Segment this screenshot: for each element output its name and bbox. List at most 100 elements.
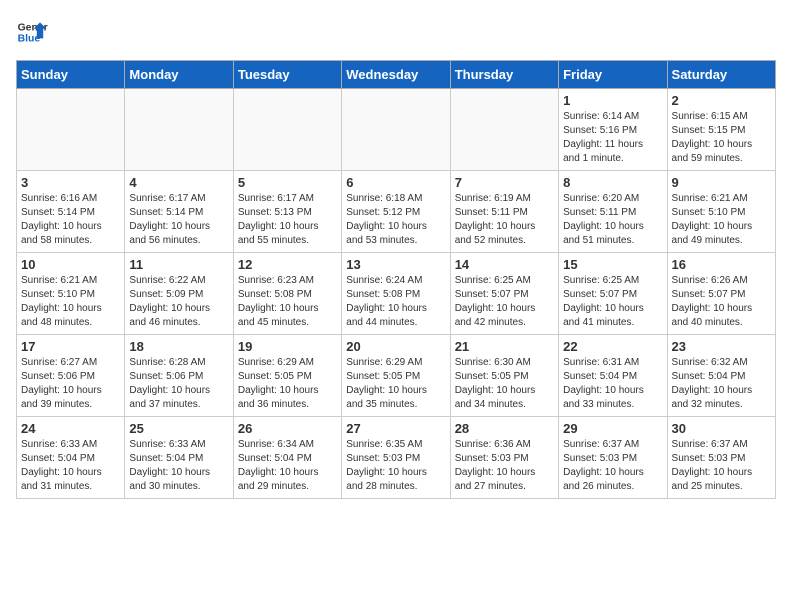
calendar-cell: 25 Sunrise: 6:33 AM Sunset: 5:04 PM Dayli… bbox=[125, 417, 233, 499]
day-number: 27 bbox=[346, 421, 445, 436]
weekday-header: Wednesday bbox=[342, 61, 450, 89]
calendar-cell: 20 Sunrise: 6:29 AM Sunset: 5:05 PM Dayli… bbox=[342, 335, 450, 417]
day-number: 30 bbox=[672, 421, 771, 436]
calendar-cell: 3 Sunrise: 6:16 AM Sunset: 5:14 PM Daylig… bbox=[17, 171, 125, 253]
calendar-cell bbox=[125, 89, 233, 171]
day-number: 4 bbox=[129, 175, 228, 190]
day-info: Sunrise: 6:26 AM Sunset: 5:07 PM Dayligh… bbox=[672, 274, 771, 330]
day-info: Sunrise: 6:22 AM Sunset: 5:09 PM Dayligh… bbox=[129, 274, 228, 330]
calendar-cell: 26 Sunrise: 6:34 AM Sunset: 5:04 PM Dayli… bbox=[233, 417, 341, 499]
logo-icon: General Blue bbox=[16, 16, 48, 48]
page-header: General Blue bbox=[16, 16, 776, 48]
day-info: Sunrise: 6:31 AM Sunset: 5:04 PM Dayligh… bbox=[563, 356, 662, 412]
day-info: Sunrise: 6:25 AM Sunset: 5:07 PM Dayligh… bbox=[563, 274, 662, 330]
day-info: Sunrise: 6:21 AM Sunset: 5:10 PM Dayligh… bbox=[21, 274, 120, 330]
day-number: 20 bbox=[346, 339, 445, 354]
day-number: 22 bbox=[563, 339, 662, 354]
day-info: Sunrise: 6:32 AM Sunset: 5:04 PM Dayligh… bbox=[672, 356, 771, 412]
calendar-cell bbox=[233, 89, 341, 171]
calendar-cell bbox=[342, 89, 450, 171]
weekday-header: Sunday bbox=[17, 61, 125, 89]
day-info: Sunrise: 6:28 AM Sunset: 5:06 PM Dayligh… bbox=[129, 356, 228, 412]
day-info: Sunrise: 6:21 AM Sunset: 5:10 PM Dayligh… bbox=[672, 192, 771, 248]
day-number: 19 bbox=[238, 339, 337, 354]
weekday-header: Monday bbox=[125, 61, 233, 89]
day-number: 16 bbox=[672, 257, 771, 272]
day-number: 26 bbox=[238, 421, 337, 436]
day-info: Sunrise: 6:14 AM Sunset: 5:16 PM Dayligh… bbox=[563, 110, 662, 166]
day-number: 1 bbox=[563, 93, 662, 108]
day-info: Sunrise: 6:37 AM Sunset: 5:03 PM Dayligh… bbox=[563, 438, 662, 494]
day-number: 5 bbox=[238, 175, 337, 190]
calendar-cell: 9 Sunrise: 6:21 AM Sunset: 5:10 PM Daylig… bbox=[667, 171, 775, 253]
day-info: Sunrise: 6:29 AM Sunset: 5:05 PM Dayligh… bbox=[346, 356, 445, 412]
day-info: Sunrise: 6:30 AM Sunset: 5:05 PM Dayligh… bbox=[455, 356, 554, 412]
calendar-cell: 4 Sunrise: 6:17 AM Sunset: 5:14 PM Daylig… bbox=[125, 171, 233, 253]
day-number: 11 bbox=[129, 257, 228, 272]
calendar-cell: 14 Sunrise: 6:25 AM Sunset: 5:07 PM Dayli… bbox=[450, 253, 558, 335]
calendar-cell: 21 Sunrise: 6:30 AM Sunset: 5:05 PM Dayli… bbox=[450, 335, 558, 417]
calendar-cell: 29 Sunrise: 6:37 AM Sunset: 5:03 PM Dayli… bbox=[559, 417, 667, 499]
logo: General Blue bbox=[16, 16, 48, 48]
calendar-cell: 18 Sunrise: 6:28 AM Sunset: 5:06 PM Dayli… bbox=[125, 335, 233, 417]
calendar-table: SundayMondayTuesdayWednesdayThursdayFrid… bbox=[16, 60, 776, 499]
day-info: Sunrise: 6:17 AM Sunset: 5:13 PM Dayligh… bbox=[238, 192, 337, 248]
calendar-cell: 7 Sunrise: 6:19 AM Sunset: 5:11 PM Daylig… bbox=[450, 171, 558, 253]
calendar-cell: 13 Sunrise: 6:24 AM Sunset: 5:08 PM Dayli… bbox=[342, 253, 450, 335]
day-number: 15 bbox=[563, 257, 662, 272]
calendar-cell: 23 Sunrise: 6:32 AM Sunset: 5:04 PM Dayli… bbox=[667, 335, 775, 417]
day-info: Sunrise: 6:35 AM Sunset: 5:03 PM Dayligh… bbox=[346, 438, 445, 494]
day-number: 9 bbox=[672, 175, 771, 190]
day-number: 24 bbox=[21, 421, 120, 436]
day-info: Sunrise: 6:16 AM Sunset: 5:14 PM Dayligh… bbox=[21, 192, 120, 248]
day-info: Sunrise: 6:36 AM Sunset: 5:03 PM Dayligh… bbox=[455, 438, 554, 494]
day-info: Sunrise: 6:34 AM Sunset: 5:04 PM Dayligh… bbox=[238, 438, 337, 494]
calendar-cell: 22 Sunrise: 6:31 AM Sunset: 5:04 PM Dayli… bbox=[559, 335, 667, 417]
day-info: Sunrise: 6:24 AM Sunset: 5:08 PM Dayligh… bbox=[346, 274, 445, 330]
day-info: Sunrise: 6:29 AM Sunset: 5:05 PM Dayligh… bbox=[238, 356, 337, 412]
day-info: Sunrise: 6:33 AM Sunset: 5:04 PM Dayligh… bbox=[129, 438, 228, 494]
weekday-header: Friday bbox=[559, 61, 667, 89]
weekday-header: Saturday bbox=[667, 61, 775, 89]
day-number: 28 bbox=[455, 421, 554, 436]
day-info: Sunrise: 6:33 AM Sunset: 5:04 PM Dayligh… bbox=[21, 438, 120, 494]
calendar-cell: 28 Sunrise: 6:36 AM Sunset: 5:03 PM Dayli… bbox=[450, 417, 558, 499]
calendar-cell: 10 Sunrise: 6:21 AM Sunset: 5:10 PM Dayli… bbox=[17, 253, 125, 335]
day-info: Sunrise: 6:23 AM Sunset: 5:08 PM Dayligh… bbox=[238, 274, 337, 330]
day-info: Sunrise: 6:27 AM Sunset: 5:06 PM Dayligh… bbox=[21, 356, 120, 412]
day-number: 23 bbox=[672, 339, 771, 354]
day-number: 25 bbox=[129, 421, 228, 436]
day-number: 10 bbox=[21, 257, 120, 272]
day-number: 17 bbox=[21, 339, 120, 354]
day-number: 21 bbox=[455, 339, 554, 354]
day-info: Sunrise: 6:37 AM Sunset: 5:03 PM Dayligh… bbox=[672, 438, 771, 494]
day-info: Sunrise: 6:25 AM Sunset: 5:07 PM Dayligh… bbox=[455, 274, 554, 330]
calendar-cell: 2 Sunrise: 6:15 AM Sunset: 5:15 PM Daylig… bbox=[667, 89, 775, 171]
day-number: 29 bbox=[563, 421, 662, 436]
day-info: Sunrise: 6:15 AM Sunset: 5:15 PM Dayligh… bbox=[672, 110, 771, 166]
day-number: 8 bbox=[563, 175, 662, 190]
calendar-cell bbox=[450, 89, 558, 171]
calendar-cell: 11 Sunrise: 6:22 AM Sunset: 5:09 PM Dayli… bbox=[125, 253, 233, 335]
calendar-cell: 19 Sunrise: 6:29 AM Sunset: 5:05 PM Dayli… bbox=[233, 335, 341, 417]
day-info: Sunrise: 6:19 AM Sunset: 5:11 PM Dayligh… bbox=[455, 192, 554, 248]
day-number: 18 bbox=[129, 339, 228, 354]
calendar-cell: 16 Sunrise: 6:26 AM Sunset: 5:07 PM Dayli… bbox=[667, 253, 775, 335]
calendar-cell: 17 Sunrise: 6:27 AM Sunset: 5:06 PM Dayli… bbox=[17, 335, 125, 417]
weekday-header: Thursday bbox=[450, 61, 558, 89]
day-number: 3 bbox=[21, 175, 120, 190]
day-number: 2 bbox=[672, 93, 771, 108]
day-number: 14 bbox=[455, 257, 554, 272]
calendar-cell: 6Sunrise: 6:18 AM Sunset: 5:12 PM Daylig… bbox=[342, 171, 450, 253]
day-info: Sunrise: 6:18 AM Sunset: 5:12 PM Dayligh… bbox=[346, 192, 445, 248]
calendar-cell: 27 Sunrise: 6:35 AM Sunset: 5:03 PM Dayli… bbox=[342, 417, 450, 499]
calendar-cell: 8Sunrise: 6:20 AM Sunset: 5:11 PM Daylig… bbox=[559, 171, 667, 253]
day-info: Sunrise: 6:17 AM Sunset: 5:14 PM Dayligh… bbox=[129, 192, 228, 248]
day-number: 13 bbox=[346, 257, 445, 272]
day-number: 7 bbox=[455, 175, 554, 190]
calendar-cell bbox=[17, 89, 125, 171]
calendar-cell: 15 Sunrise: 6:25 AM Sunset: 5:07 PM Dayli… bbox=[559, 253, 667, 335]
calendar-cell: 5 Sunrise: 6:17 AM Sunset: 5:13 PM Daylig… bbox=[233, 171, 341, 253]
weekday-header: Tuesday bbox=[233, 61, 341, 89]
calendar-cell: 30 Sunrise: 6:37 AM Sunset: 5:03 PM Dayli… bbox=[667, 417, 775, 499]
